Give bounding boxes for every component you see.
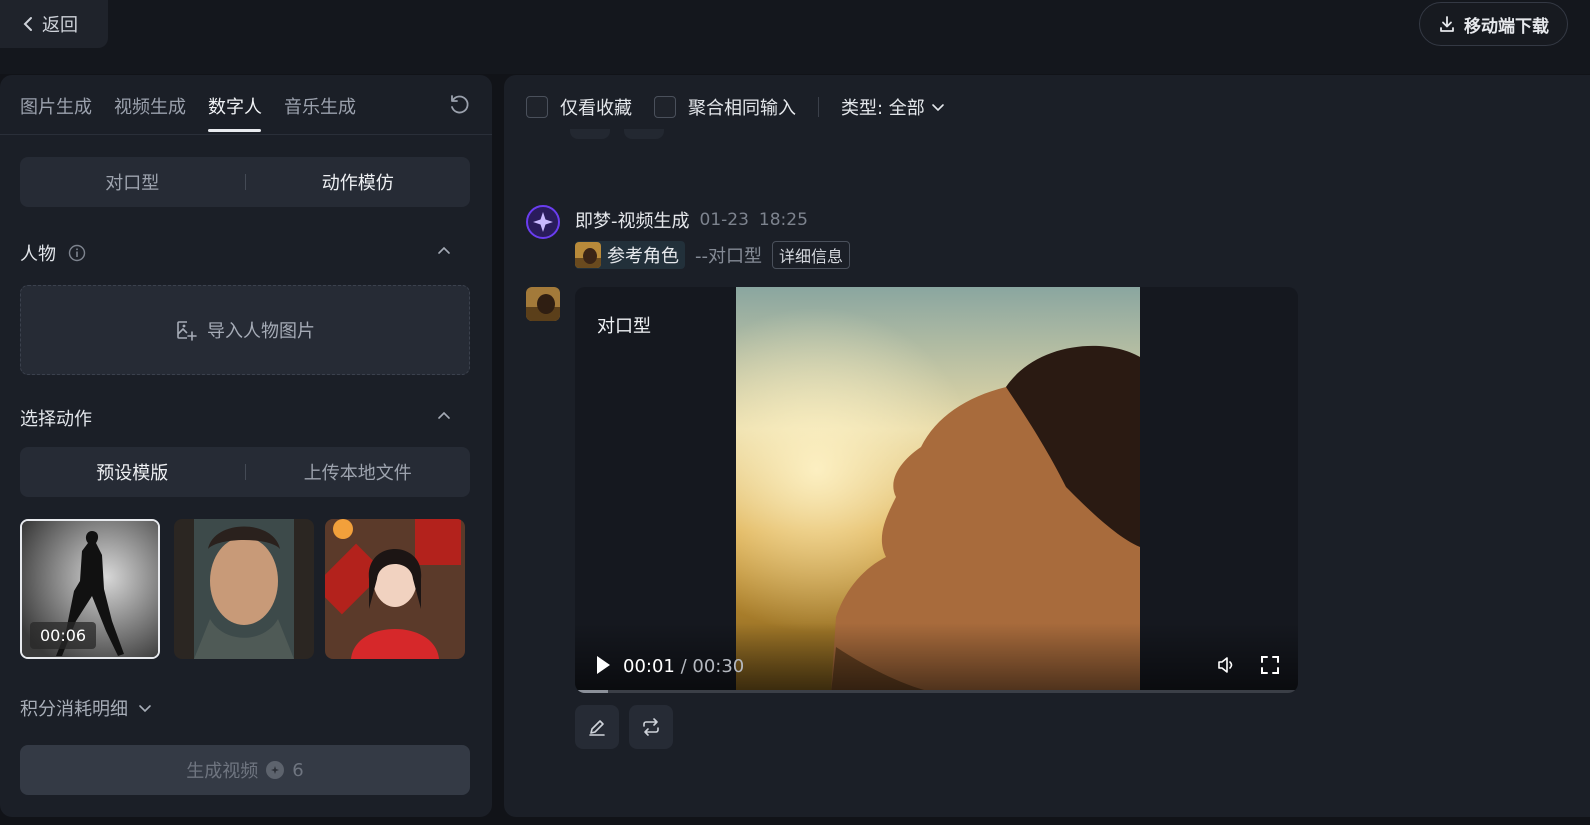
reference-label: 参考角色 (607, 246, 679, 267)
previous-entry-button (570, 129, 610, 139)
entry-date: 01-23 (699, 210, 749, 230)
filter-divider (818, 97, 819, 117)
import-person-image[interactable]: 导入人物图片 (20, 285, 470, 375)
person-section-label: 人物 (20, 244, 56, 265)
action-template-thumb[interactable] (174, 519, 314, 659)
download-label: 移动端下载 (1464, 16, 1549, 37)
volume-icon[interactable] (1216, 655, 1236, 675)
favorites-only-checkbox[interactable] (526, 96, 548, 118)
active-tab-indicator (208, 129, 261, 132)
action-section-title: 选择动作 (20, 405, 92, 431)
favorites-only-label: 仅看收藏 (560, 98, 632, 119)
action-template-list: 00:06 (20, 519, 470, 659)
top-bar: 返回 移动端下载 (0, 0, 1590, 74)
action-template-thumb[interactable] (325, 519, 465, 659)
current-time: 00:01 (623, 656, 675, 677)
merge-inputs-checkbox[interactable] (654, 96, 676, 118)
left-panel: 图片生成 视频生成 数字人 音乐生成 对口型 动作模仿 人物 导入人物图片 选择… (0, 75, 492, 817)
tab-video-generation[interactable]: 视频生成 (114, 93, 186, 119)
action-template-thumb[interactable]: 00:06 (20, 519, 160, 659)
video-timecode: 00:01 / 00:30 (623, 656, 744, 677)
entry-type: --对口型 (695, 246, 762, 267)
tab-music-generation[interactable]: 音乐生成 (284, 93, 356, 119)
thumb-caption (20, 665, 160, 673)
duration-badge: 00:06 (30, 622, 97, 649)
merge-inputs-label: 聚合相同输入 (688, 98, 796, 119)
action-source-segment: 预设模版 上传本地文件 (20, 447, 470, 497)
play-icon[interactable] (595, 655, 611, 675)
video-progress-bar[interactable] (575, 690, 1298, 693)
filter-bar: 仅看收藏 聚合相同输入 类型: 全部 (526, 91, 945, 123)
video-controls: 00:01 / 00:30 (575, 623, 1298, 693)
import-label: 导入人物图片 (207, 321, 315, 342)
previous-entry-button (624, 129, 664, 139)
chevron-left-icon (23, 17, 32, 31)
chevron-up-icon[interactable] (436, 243, 452, 259)
mode-motion-mimic[interactable]: 动作模仿 (246, 169, 471, 195)
download-icon (1440, 16, 1454, 32)
mode-lip-sync[interactable]: 对口型 (20, 169, 245, 195)
mode-segment: 对口型 动作模仿 (20, 157, 470, 207)
type-filter-label: 类型: 全部 (841, 98, 925, 119)
fullscreen-icon[interactable] (1260, 655, 1280, 675)
chevron-down-icon (139, 705, 151, 713)
video-progress-fill (575, 690, 608, 693)
thumb-caption (325, 665, 465, 673)
pencil-icon (589, 720, 605, 736)
video-overlay-label: 对口型 (597, 316, 651, 337)
back-label: 返回 (42, 15, 78, 36)
image-add-icon (177, 321, 197, 341)
generate-video-button[interactable]: 生成视频 6 (20, 745, 470, 795)
time-separator: / (674, 656, 693, 677)
type-filter-dropdown[interactable]: 类型: 全部 (841, 94, 945, 120)
chevron-up-icon[interactable] (436, 408, 452, 424)
regenerate-button[interactable] (629, 705, 673, 749)
dreamina-logo-icon (526, 205, 560, 239)
person-section-title: 人物 (20, 240, 86, 266)
detail-info-button[interactable]: 详细信息 (772, 241, 851, 269)
entry-header: 即梦-视频生成 01-23 18:25 (575, 207, 808, 233)
entry-title: 即梦-视频生成 (575, 211, 690, 232)
tab-image-generation[interactable]: 图片生成 (20, 93, 92, 119)
results-panel: 仅看收藏 聚合相同输入 类型: 全部 即梦-视频生成 01-23 18:25 参… (504, 75, 1590, 817)
hooded-man-image (174, 519, 314, 659)
avatar (526, 287, 560, 321)
upload-local-file-tab[interactable]: 上传本地文件 (246, 459, 471, 485)
video-player[interactable]: 对口型 00:01 / 00:30 (575, 287, 1298, 693)
generation-tabs: 图片生成 视频生成 数字人 音乐生成 (0, 75, 492, 135)
generate-cost: 6 (292, 759, 304, 781)
mobile-download-button[interactable]: 移动端下载 (1419, 2, 1568, 46)
back-button[interactable]: 返回 (0, 0, 108, 48)
action-section-label: 选择动作 (20, 409, 92, 430)
credits-detail-toggle[interactable]: 积分消耗明细 (20, 695, 152, 721)
red-sweater-woman-image (325, 519, 465, 659)
total-duration: 00:30 (692, 656, 745, 677)
entry-meta: 参考角色 --对口型 详细信息 (575, 241, 851, 269)
entry-time: 18:25 (758, 210, 808, 230)
preset-template-tab[interactable]: 预设模版 (20, 459, 245, 485)
chevron-down-icon (931, 104, 944, 112)
tab-digital-human[interactable]: 数字人 (208, 93, 262, 119)
info-icon[interactable] (68, 244, 86, 262)
credit-coin-icon (266, 761, 285, 779)
thumb-caption (174, 665, 314, 673)
reference-thumb (575, 242, 601, 268)
reference-character-chip[interactable]: 参考角色 (575, 241, 685, 269)
generate-label: 生成视频 (186, 761, 259, 782)
refresh-icon[interactable] (448, 94, 470, 116)
credits-label: 积分消耗明细 (20, 699, 128, 720)
edit-button[interactable] (575, 705, 619, 749)
repeat-icon (643, 718, 659, 736)
